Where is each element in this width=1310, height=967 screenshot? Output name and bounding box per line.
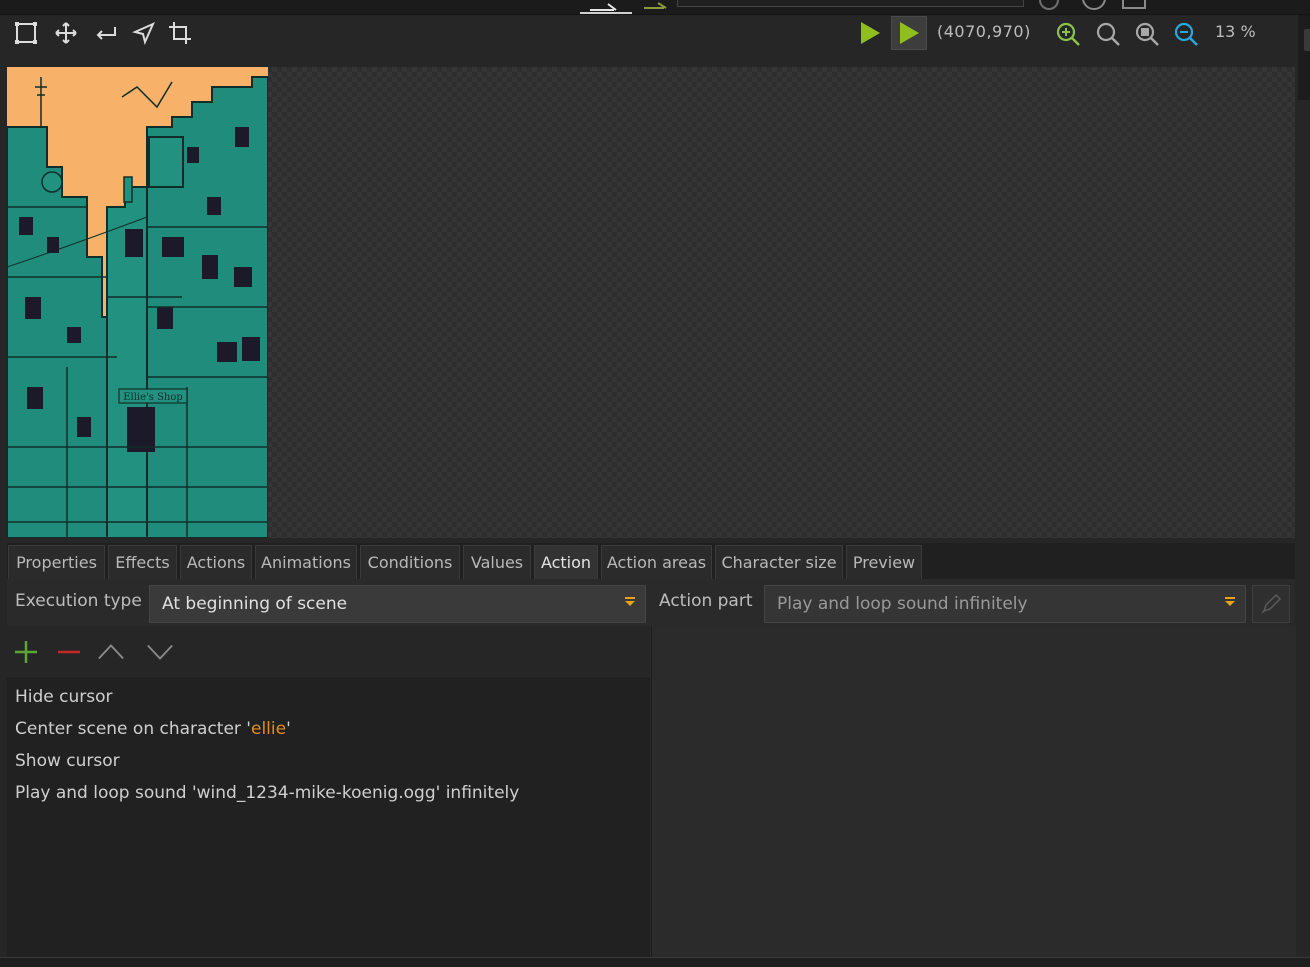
play-scene-button[interactable]: [891, 16, 927, 50]
character-name: ellie: [250, 719, 287, 739]
export-icon[interactable]: [588, 0, 622, 12]
action-list[interactable]: Hide cursor Center scene on character 'e…: [7, 677, 650, 957]
shop-sign-text: Ellie's Shop: [123, 392, 183, 403]
pencil-icon: [1261, 593, 1282, 614]
zoom-reset-icon[interactable]: [1095, 21, 1121, 47]
tab-indicator: [580, 12, 632, 14]
add-action-button[interactable]: [12, 638, 40, 666]
tab-values[interactable]: Values: [463, 545, 531, 579]
play-icon[interactable]: [852, 16, 888, 50]
cursor-arrow-icon[interactable]: [131, 20, 157, 46]
tab-preview[interactable]: Preview: [846, 545, 922, 579]
list-item-text: Center scene on character ': [15, 719, 251, 739]
window-icon[interactable]: [1120, 0, 1148, 12]
arrow-right-icon[interactable]: [642, 0, 672, 12]
tab-conditions[interactable]: Conditions: [360, 545, 460, 579]
tab-character-size[interactable]: Character size: [715, 545, 843, 579]
search-field[interactable]: [677, 0, 1024, 7]
zoom-fit-icon[interactable]: [1134, 21, 1160, 47]
execution-type-label: Execution type: [15, 591, 142, 611]
action-part-value: Play and loop sound infinitely: [777, 594, 1028, 614]
chevron-up-icon: [98, 644, 124, 660]
move-icon[interactable]: [53, 20, 79, 46]
list-item-text: ': [286, 719, 291, 739]
side-panel-handle[interactable]: [1298, 15, 1310, 100]
play-icon: [900, 22, 919, 44]
move-down-button[interactable]: [146, 638, 174, 666]
edit-action-button[interactable]: [1252, 585, 1290, 623]
top-strip: [0, 0, 1310, 15]
remove-action-button[interactable]: [55, 638, 83, 666]
tab-effects[interactable]: Effects: [108, 545, 177, 579]
select-rect-icon[interactable]: [13, 20, 39, 46]
tab-properties[interactable]: Properties: [8, 545, 105, 579]
plus-icon: [15, 641, 37, 663]
tab-action-areas[interactable]: Action areas: [601, 545, 712, 579]
minus-icon: [58, 650, 80, 654]
return-icon[interactable]: [93, 20, 119, 46]
tab-animations[interactable]: Animations: [255, 545, 357, 579]
list-item[interactable]: Center scene on character 'ellie': [15, 719, 291, 739]
scene-background-image: Ellie's Shop: [7, 67, 268, 538]
tab-action[interactable]: Action: [534, 545, 598, 579]
zoom-percentage: 13 %: [1215, 22, 1256, 41]
zoom-out-icon[interactable]: [1173, 21, 1199, 47]
zoom-in-icon[interactable]: [1055, 21, 1081, 47]
crop-icon[interactable]: [167, 20, 193, 46]
action-part-label: Action part: [659, 591, 753, 611]
action-details-pane: [651, 626, 1296, 957]
list-item[interactable]: Play and loop sound 'wind_1234-mike-koen…: [15, 783, 519, 803]
list-item[interactable]: Hide cursor: [15, 687, 113, 707]
chevron-down-icon: [147, 644, 173, 660]
cursor-coordinates: (4070,970): [937, 22, 1031, 41]
scene-canvas[interactable]: Ellie's Shop: [7, 67, 1295, 538]
chevron-down-icon: [1225, 597, 1235, 606]
execution-type-value: At beginning of scene: [162, 594, 348, 614]
target-icon[interactable]: [1036, 0, 1062, 12]
circle-icon[interactable]: [1080, 0, 1108, 12]
execution-type-select[interactable]: At beginning of scene: [149, 585, 646, 623]
tab-actions[interactable]: Actions: [180, 545, 252, 579]
property-tabs: Properties Effects Actions Animations Co…: [7, 543, 1295, 579]
action-list-toolbar: [7, 626, 650, 676]
list-item[interactable]: Show cursor: [15, 751, 120, 771]
action-part-select[interactable]: Play and loop sound infinitely: [764, 585, 1246, 623]
chevron-down-icon: [625, 597, 635, 606]
move-up-button[interactable]: [97, 638, 125, 666]
